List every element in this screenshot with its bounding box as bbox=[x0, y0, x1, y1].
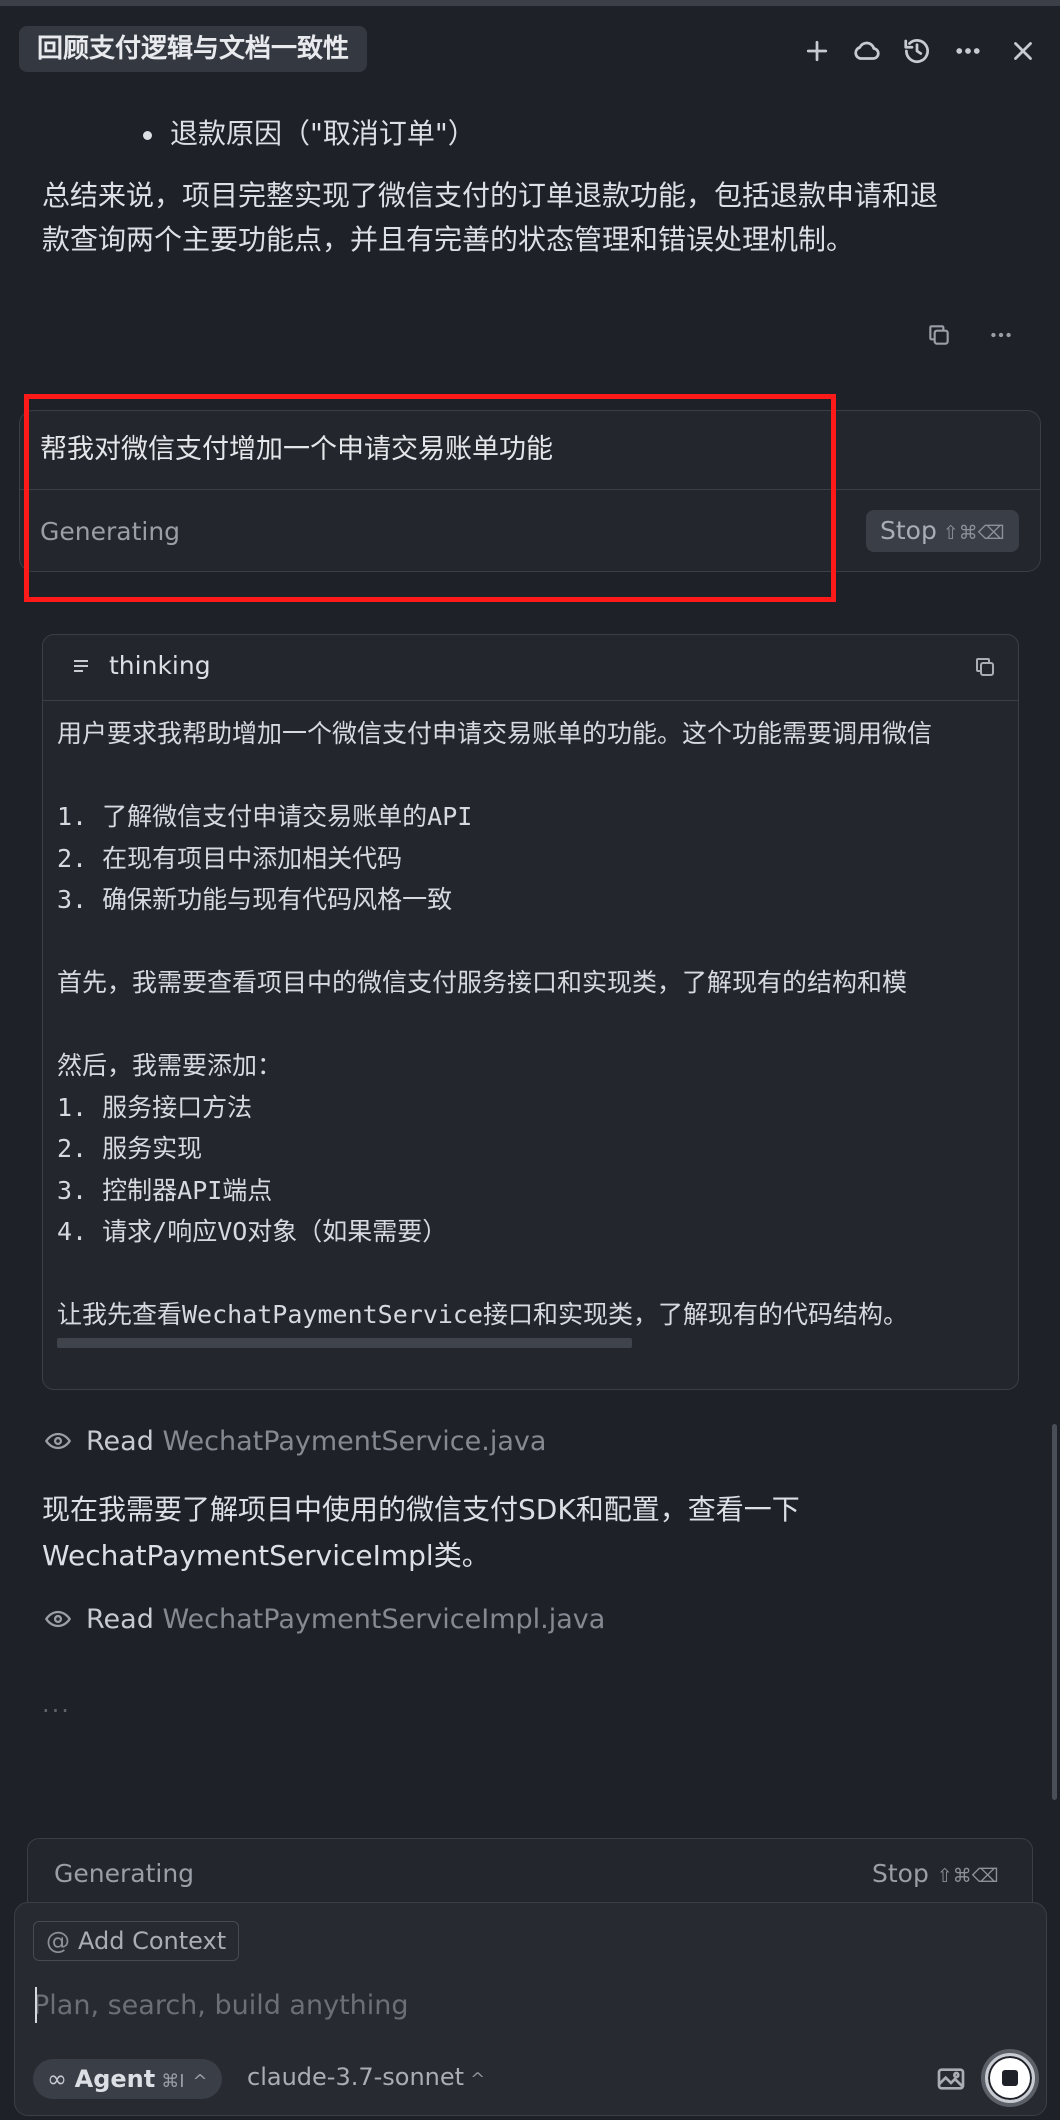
text-caret bbox=[35, 1987, 37, 2023]
plus-icon[interactable] bbox=[800, 34, 834, 68]
summary-line-1: 总结来说，项目完整实现了微信支付的订单退款功能，包括退款申请和退 bbox=[42, 179, 939, 212]
stop-shortcut: ⇧⌘⌫ bbox=[942, 522, 1005, 544]
vertical-scrollbar[interactable] bbox=[1052, 1424, 1057, 1800]
generating-status: Generating bbox=[54, 1859, 195, 1888]
thinking-label: thinking bbox=[109, 651, 211, 680]
thinking-block[interactable]: thinking 用户要求我帮助增加一个微信支付申请交易账单的功能。这个功能需要… bbox=[42, 634, 1019, 1390]
close-icon[interactable] bbox=[1006, 34, 1040, 68]
at-icon: @ bbox=[46, 1927, 70, 1955]
copy-icon[interactable] bbox=[973, 655, 997, 683]
agent-mode-selector[interactable]: ∞ Agent ⌘I ^ bbox=[33, 2059, 222, 2099]
stop-shortcut: ⇧⌘⌫ bbox=[936, 1865, 999, 1887]
stop-button[interactable]: Stop ⇧⌘⌫ bbox=[872, 1859, 999, 1888]
list-icon bbox=[69, 655, 93, 683]
composer: @ Add Context ∞ Agent⌘I ^ claude-3.7-sonne… bbox=[14, 1902, 1047, 2116]
chat-header: 回顾支付逻辑与文档一致性 bbox=[0, 6, 1060, 84]
model-selector[interactable]: claude-3.7-sonnet ^ bbox=[247, 2063, 485, 2091]
infinity-icon: ∞ bbox=[47, 2065, 75, 2093]
image-icon[interactable] bbox=[935, 2063, 967, 2099]
stop-label: Stop bbox=[880, 516, 937, 545]
bullet-text: 退款原因（"取消订单"） bbox=[170, 117, 476, 150]
assistant-text-line-1: 现在我需要了解项目中使用的微信支付SDK和配置，查看一下 bbox=[42, 1493, 800, 1526]
assistant-text-line-2: WechatPaymentServiceImpl类。 bbox=[42, 1539, 490, 1572]
read-verb: Read bbox=[86, 1604, 154, 1635]
agent-label: Agent bbox=[74, 2065, 156, 2093]
chat-input[interactable] bbox=[33, 1983, 933, 2027]
read-filename: WechatPaymentService.java bbox=[162, 1426, 547, 1457]
model-name: claude-3.7-sonnet bbox=[247, 2063, 465, 2091]
bullet-marker bbox=[143, 131, 152, 140]
history-icon[interactable] bbox=[900, 34, 934, 68]
read-file-entry[interactable]: Read WechatPaymentService.java bbox=[44, 1426, 546, 1457]
stop-generation-icon bbox=[985, 2053, 1035, 2103]
cloud-icon[interactable] bbox=[850, 34, 884, 68]
eye-icon bbox=[44, 1610, 72, 1628]
thinking-header[interactable]: thinking bbox=[43, 635, 1018, 701]
chat-title-tab[interactable]: 回顾支付逻辑与文档一致性 bbox=[19, 26, 368, 72]
read-file-entry[interactable]: Read WechatPaymentServiceImpl.java bbox=[44, 1604, 605, 1635]
loading-ellipsis: ... bbox=[42, 1690, 71, 1718]
copy-icon[interactable] bbox=[926, 322, 952, 352]
agent-shortcut: ⌘I bbox=[161, 2071, 185, 2092]
chevron-up-icon: ^ bbox=[470, 2069, 486, 2090]
add-context-label: Add Context bbox=[78, 1927, 227, 1955]
read-filename: WechatPaymentServiceImpl.java bbox=[162, 1604, 606, 1635]
more-icon[interactable] bbox=[988, 322, 1014, 352]
summary-line-2: 款查询两个主要功能点，并且有完善的状态管理和错误处理机制。 bbox=[42, 223, 855, 256]
thinking-content: 用户要求我帮助增加一个微信支付申请交易账单的功能。这个功能需要调用微信 1. 了… bbox=[57, 719, 933, 1329]
more-icon[interactable] bbox=[951, 34, 985, 68]
generating-bar: Generating Stop ⇧⌘⌫ bbox=[27, 1838, 1033, 1908]
eye-icon bbox=[44, 1432, 72, 1450]
read-verb: Read bbox=[86, 1426, 154, 1457]
horizontal-scrollbar[interactable] bbox=[57, 1338, 632, 1348]
highlight-annotation-box bbox=[24, 394, 836, 602]
stop-button[interactable]: Stop ⇧⌘⌫ bbox=[866, 510, 1019, 552]
stop-label: Stop bbox=[872, 1859, 929, 1888]
add-context-button[interactable]: @ Add Context bbox=[33, 1921, 240, 1961]
chevron-up-icon: ^ bbox=[192, 2071, 208, 2092]
